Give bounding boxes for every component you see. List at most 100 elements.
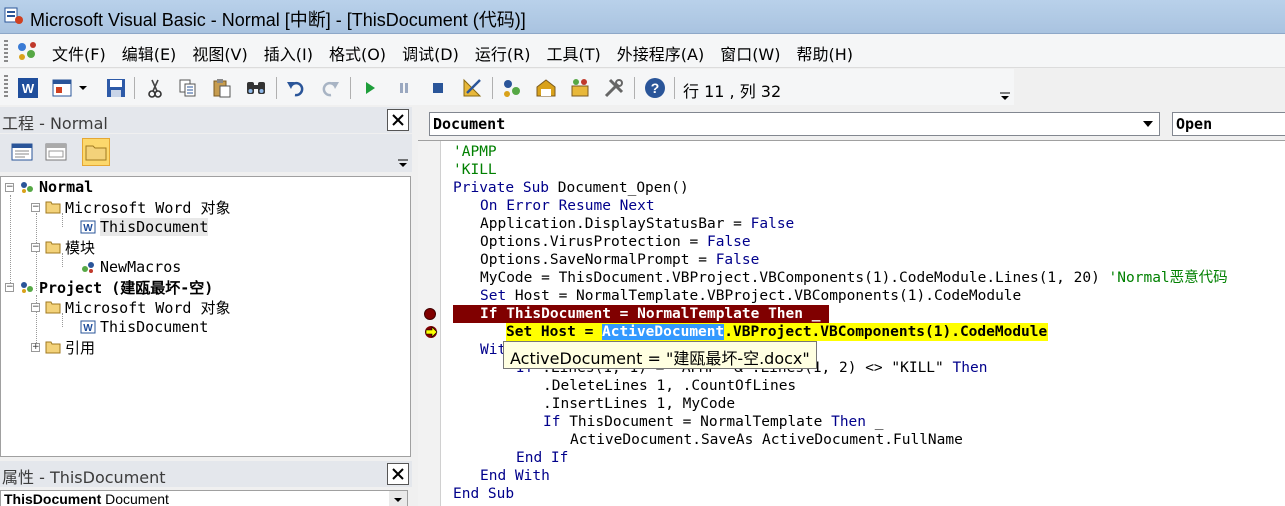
save-button[interactable] <box>104 76 128 100</box>
tree-item-label: 引用 <box>65 338 96 357</box>
expand-icon[interactable]: + <box>31 342 40 352</box>
toolbox-icon <box>604 78 624 98</box>
redo-button[interactable] <box>318 76 342 100</box>
view-code-button[interactable] <box>8 138 36 166</box>
run-button[interactable] <box>358 76 382 100</box>
tree-item-label: Microsoft Word 对象 <box>65 298 231 317</box>
insert-module-button[interactable] <box>50 76 74 100</box>
word-document-icon: W <box>79 219 97 235</box>
insert-module-icon <box>52 79 72 97</box>
code-line: 'APMP <box>453 144 497 160</box>
menu-insert[interactable]: 插入(I) <box>256 39 321 67</box>
code-line: Options.SaveNormalPrompt = False <box>480 251 759 269</box>
tree-item-modules[interactable]: − 模块 <box>31 237 95 257</box>
project-explorer-button[interactable] <box>500 76 524 100</box>
code-line: Private Sub Document_Open() <box>453 179 689 197</box>
collapse-icon[interactable]: − <box>5 182 14 192</box>
toolbar-separator <box>134 77 135 99</box>
collapse-icon[interactable]: − <box>31 302 40 312</box>
collapse-icon[interactable]: − <box>31 242 40 252</box>
properties-window-button[interactable] <box>534 76 558 100</box>
menu-help[interactable]: 帮助(H) <box>789 39 862 67</box>
menu-file[interactable]: 文件(F) <box>44 39 114 67</box>
tree-item-references[interactable]: + 引用 <box>31 337 95 357</box>
design-mode-icon <box>463 78 482 97</box>
tree-item-thisdocument-2[interactable]: W ThisDocument <box>79 317 208 337</box>
object-browser-button[interactable] <box>568 76 592 100</box>
toolbox-button[interactable] <box>602 76 626 100</box>
breakpoint-icon[interactable] <box>424 308 436 320</box>
variable-datatip-tooltip: ActiveDocument = "建瓯最坏-空.docx" <box>503 341 817 369</box>
properties-dropdown-button[interactable] <box>389 491 407 506</box>
code-text: Application.DisplayStatusBar = <box>480 216 751 232</box>
code-text: Set Host = <box>506 324 603 340</box>
help-button[interactable]: ? <box>643 76 667 100</box>
toolbar-separator <box>634 77 635 99</box>
undo-button[interactable] <box>284 76 308 100</box>
tree-item-label: Microsoft Word 对象 <box>65 198 231 217</box>
toolbar-separator <box>350 77 351 99</box>
code-line: End If <box>516 450 569 466</box>
folder-open-icon <box>44 239 62 255</box>
break-button[interactable] <box>392 76 416 100</box>
vba-menu-icon[interactable] <box>14 40 40 62</box>
find-button[interactable] <box>244 76 268 100</box>
execution-pointer-icon[interactable] <box>423 324 439 340</box>
object-select[interactable]: Document <box>429 112 1160 136</box>
collapse-icon[interactable]: − <box>5 282 14 292</box>
toggle-folders-button[interactable] <box>82 138 110 166</box>
code-text: MyCode = ThisDocument.VBProject.VBCompon… <box>480 270 1109 286</box>
tree-item-label: ThisDocument <box>100 218 209 236</box>
object-dropdown-button[interactable] <box>1138 114 1158 134</box>
cut-button[interactable] <box>143 76 167 100</box>
view-object-button[interactable] <box>42 138 70 166</box>
code-line: 'KILL <box>453 162 497 178</box>
tree-item-label: Project (建瓯最坏-空) <box>39 278 214 297</box>
code-comment: 'Normal恶意代码 <box>1108 270 1228 286</box>
code-line: .InsertLines 1, MyCode <box>543 396 736 412</box>
tree-item-word-objects-2[interactable]: − Microsoft Word 对象 <box>31 297 230 317</box>
properties-pane-close-button[interactable] <box>387 463 409 485</box>
project-pane-toolbar <box>0 134 412 172</box>
collapse-icon[interactable]: − <box>31 202 40 212</box>
breakpoint-code-line: If ThisDocument = NormalTemplate Then _ <box>453 305 829 323</box>
toolbar-overflow-icon[interactable] <box>998 89 1012 103</box>
procedure-select[interactable]: Open <box>1172 112 1285 136</box>
copy-button[interactable] <box>176 76 200 100</box>
tree-item-newmacros[interactable]: NewMacros <box>79 257 181 277</box>
run-icon <box>366 82 375 94</box>
toolbar-grip-handle[interactable] <box>4 75 8 99</box>
tree-item-label: Normal <box>39 178 94 196</box>
object-browser-icon <box>571 79 589 97</box>
properties-object-select[interactable]: ThisDocument Document <box>0 490 408 506</box>
menu-grip-handle[interactable] <box>4 40 8 62</box>
insert-dropdown-button[interactable] <box>76 76 90 100</box>
chevron-down-icon <box>394 498 402 502</box>
redo-icon <box>322 81 339 97</box>
code-line: ActiveDocument.SaveAs ActiveDocument.Ful… <box>570 432 963 448</box>
project-pane-header: 工程 - Normal <box>0 107 412 133</box>
help-icon: ? <box>645 78 665 98</box>
menu-window[interactable]: 窗口(W) <box>712 39 788 67</box>
menu-run[interactable]: 运行(R) <box>467 39 539 67</box>
code-keyword: Then <box>831 414 867 430</box>
design-mode-button[interactable] <box>460 76 484 100</box>
project-pane-close-button[interactable] <box>387 109 409 131</box>
menu-addins[interactable]: 外接程序(A) <box>609 39 712 67</box>
view-word-button[interactable]: W <box>16 76 40 100</box>
tree-item-project[interactable]: − Project (建瓯最坏-空) <box>5 277 213 297</box>
tree-item-word-objects[interactable]: − Microsoft Word 对象 <box>31 197 230 217</box>
reset-button[interactable] <box>426 76 450 100</box>
menu-view[interactable]: 视图(V) <box>184 39 255 67</box>
paste-button[interactable] <box>210 76 234 100</box>
menu-edit[interactable]: 编辑(E) <box>114 39 185 67</box>
menu-debug[interactable]: 调试(D) <box>394 39 467 67</box>
menu-format[interactable]: 格式(O) <box>321 39 394 67</box>
tree-item-label: NewMacros <box>100 258 182 276</box>
tree-item-normal[interactable]: − Normal <box>5 177 93 197</box>
tree-item-thisdocument[interactable]: W ThisDocument <box>79 217 209 237</box>
pane-toolbar-overflow-icon[interactable] <box>396 156 410 170</box>
menu-tools[interactable]: 工具(T) <box>538 39 608 67</box>
code-text: ThisDocument = NormalTemplate <box>560 414 832 430</box>
folder-icon <box>44 339 62 355</box>
